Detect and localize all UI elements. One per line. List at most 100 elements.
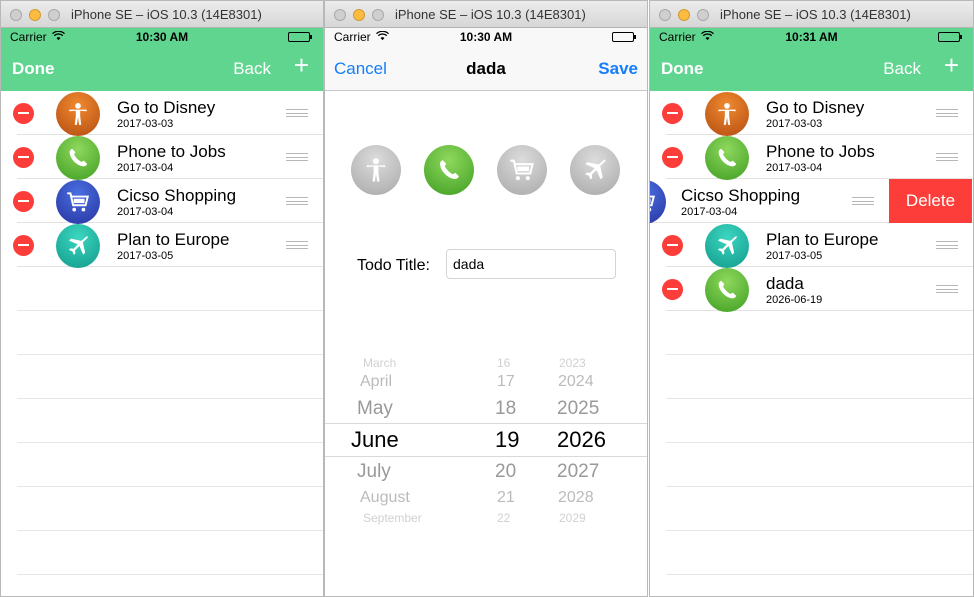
phone-icon <box>705 136 749 180</box>
picker-day: 21 <box>497 489 515 506</box>
simulator-window-list: iPhone SE – iOS 10.3 (14E8301) Carrier 1… <box>0 0 324 597</box>
delete-minus-icon[interactable] <box>662 147 683 168</box>
item-title: Cicso Shopping <box>117 186 237 205</box>
cart-icon[interactable] <box>497 145 547 195</box>
date-picker[interactable]: March April May June July August Septemb… <box>325 346 647 526</box>
picker-year: 2025 <box>557 398 600 419</box>
close-window-button[interactable] <box>659 9 671 21</box>
reorder-handle-icon[interactable] <box>286 109 308 117</box>
todo-title-input[interactable] <box>446 249 616 279</box>
list-item-swiped[interactable]: Cicso Shopping 2017-03-04 Delete <box>650 179 973 224</box>
window-title: iPhone SE – iOS 10.3 (14E8301) <box>720 7 911 22</box>
picker-year: 2029 <box>559 511 586 525</box>
empty-row <box>17 399 323 443</box>
battery-icon <box>938 32 962 42</box>
phone-icon[interactable] <box>424 145 474 195</box>
window-title: iPhone SE – iOS 10.3 (14E8301) <box>395 7 586 22</box>
picker-month: May <box>357 398 393 419</box>
add-icon[interactable]: + <box>944 52 959 78</box>
navigation-bar: Done Back + <box>650 46 973 91</box>
reorder-handle-icon[interactable] <box>286 197 308 205</box>
delete-minus-icon[interactable] <box>13 147 34 168</box>
picker-day-column[interactable]: 16 17 18 19 20 21 22 <box>493 346 533 526</box>
list-item[interactable]: Go to Disney 2017-03-03 <box>13 91 323 136</box>
reorder-handle-icon[interactable] <box>936 153 958 161</box>
item-date: 2017-03-04 <box>117 162 174 174</box>
person-icon[interactable] <box>351 145 401 195</box>
zoom-window-button[interactable] <box>372 9 384 21</box>
empty-row <box>666 355 973 399</box>
back-button[interactable]: Back <box>883 59 921 79</box>
list-item[interactable]: dada 2026-06-19 <box>662 267 973 312</box>
delete-minus-icon[interactable] <box>662 103 683 124</box>
plane-icon[interactable] <box>570 145 620 195</box>
window-titlebar: iPhone SE – iOS 10.3 (14E8301) <box>325 1 647 28</box>
delete-minus-icon[interactable] <box>13 103 34 124</box>
item-date: 2017-03-04 <box>117 206 174 218</box>
empty-row <box>666 311 973 355</box>
back-button[interactable]: Back <box>233 59 271 79</box>
close-window-button[interactable] <box>10 9 22 21</box>
picker-day: 20 <box>495 461 517 482</box>
zoom-window-button[interactable] <box>697 9 709 21</box>
status-bar: Carrier 10:30 AM <box>325 28 647 46</box>
phone-icon <box>705 268 749 312</box>
zoom-window-button[interactable] <box>48 9 60 21</box>
minimize-window-button[interactable] <box>678 9 690 21</box>
list-item[interactable]: Plan to Europe 2017-03-05 <box>13 223 323 268</box>
picker-day: 22 <box>497 511 511 525</box>
reorder-handle-icon[interactable] <box>936 241 958 249</box>
plane-icon <box>56 224 100 268</box>
simulator-window-edit: iPhone SE – iOS 10.3 (14E8301) Carrier 1… <box>324 0 648 597</box>
done-button[interactable]: Done <box>12 59 55 79</box>
reorder-handle-icon[interactable] <box>852 197 874 205</box>
save-button[interactable]: Save <box>598 59 638 79</box>
icon-selector <box>351 145 620 195</box>
list-item[interactable]: Go to Disney 2017-03-03 <box>662 91 973 136</box>
window-title: iPhone SE – iOS 10.3 (14E8301) <box>71 7 262 22</box>
list-item[interactable]: Plan to Europe 2017-03-05 <box>662 223 973 268</box>
delete-button[interactable]: Delete <box>889 179 972 223</box>
delete-minus-icon[interactable] <box>662 235 683 256</box>
reorder-handle-icon[interactable] <box>286 241 308 249</box>
picker-month-column[interactable]: March April May June July August Septemb… <box>351 346 471 526</box>
window-titlebar: iPhone SE – iOS 10.3 (14E8301) <box>650 1 973 28</box>
picker-year: 2024 <box>558 373 594 390</box>
reorder-handle-icon[interactable] <box>286 153 308 161</box>
delete-minus-icon[interactable] <box>662 279 683 300</box>
minimize-window-button[interactable] <box>353 9 365 21</box>
person-icon <box>56 92 100 136</box>
minimize-window-button[interactable] <box>29 9 41 21</box>
item-date: 2017-03-03 <box>766 118 823 130</box>
reorder-handle-icon[interactable] <box>936 109 958 117</box>
item-date: 2017-03-05 <box>766 250 823 262</box>
list-item[interactable]: Phone to Jobs 2017-03-04 <box>662 135 973 180</box>
plane-icon <box>705 224 749 268</box>
status-bar: Carrier 10:30 AM <box>1 28 323 46</box>
empty-row <box>17 531 323 575</box>
delete-minus-icon[interactable] <box>13 235 34 256</box>
navigation-bar: Cancel dada Save <box>325 46 647 91</box>
done-button[interactable]: Done <box>661 59 704 79</box>
list-item[interactable]: Phone to Jobs 2017-03-04 <box>13 135 323 180</box>
picker-year-column[interactable]: 2023 2024 2025 2026 2027 2028 2029 <box>555 346 625 526</box>
item-title: Cicso Shopping <box>681 186 801 205</box>
item-title: Plan to Europe <box>117 230 230 249</box>
empty-row <box>17 487 323 531</box>
empty-row <box>666 531 973 575</box>
item-date: 2017-03-04 <box>681 206 738 218</box>
status-time: 10:30 AM <box>459 30 513 44</box>
item-date: 2017-03-03 <box>117 118 174 130</box>
status-time: 10:31 AM <box>785 30 838 44</box>
reorder-handle-icon[interactable] <box>936 285 958 293</box>
list-item[interactable]: Cicso Shopping 2017-03-04 <box>13 179 323 224</box>
add-icon[interactable]: + <box>294 52 309 78</box>
todo-list: Go to Disney 2017-03-03 Phone to Jobs 20… <box>650 91 973 575</box>
empty-row <box>17 311 323 355</box>
picker-month: September <box>363 511 422 525</box>
close-window-button[interactable] <box>334 9 346 21</box>
item-title: Phone to Jobs <box>117 142 226 161</box>
delete-minus-icon[interactable] <box>13 191 34 212</box>
picker-month: August <box>360 489 410 506</box>
todo-title-label: Todo Title: <box>357 257 430 274</box>
